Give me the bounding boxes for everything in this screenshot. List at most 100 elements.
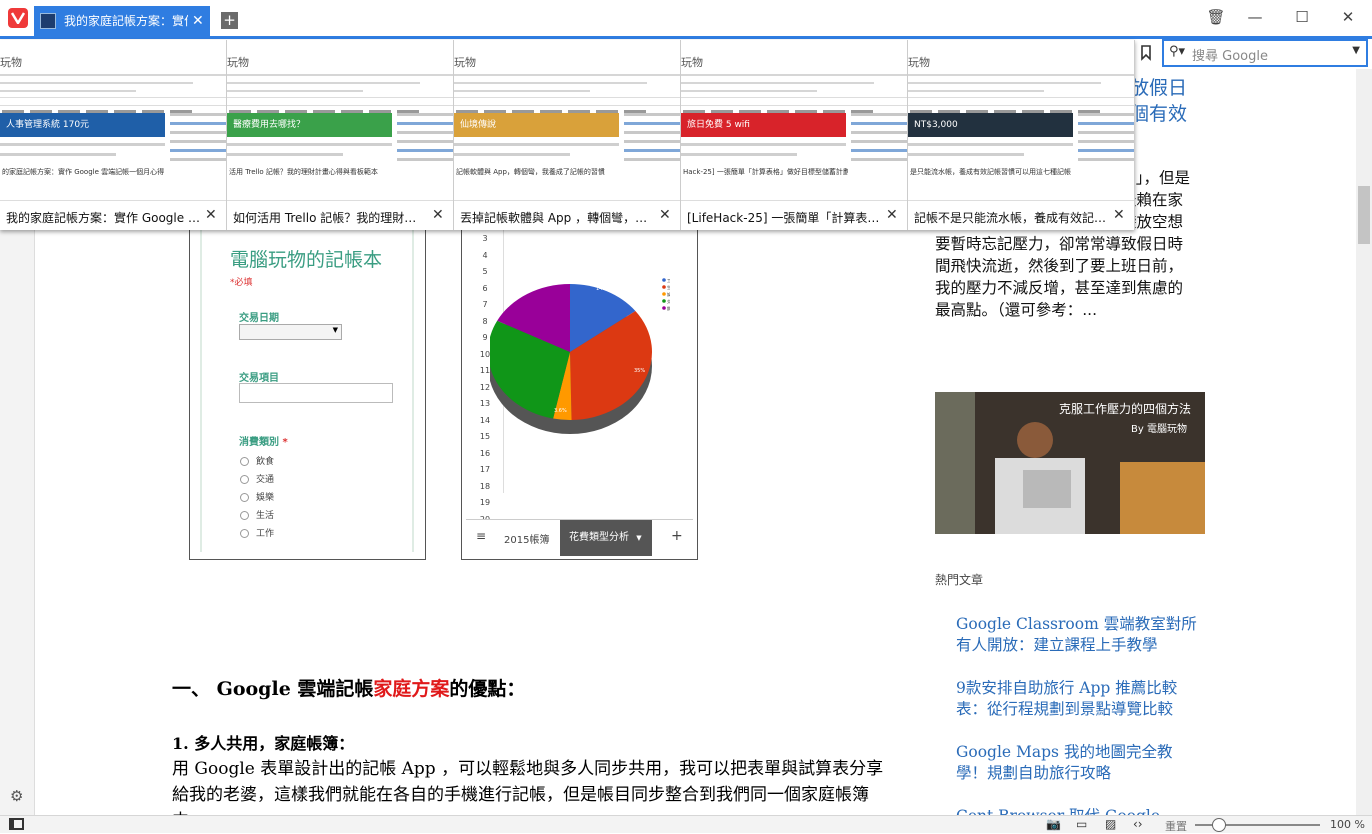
sidebar-thumbnail[interactable]: 克服工作壓力的四個方法 By 電腦玩物	[935, 392, 1205, 534]
paragraph: 用 Google 表單設計出的記帳 App ，可以輕鬆地與多人同步共用，我可以把…	[172, 759, 884, 815]
popular-post-link[interactable]: Cent Browser 取代 Google	[956, 806, 1201, 815]
legend-marker	[662, 306, 666, 310]
radio-label: 生活	[256, 511, 275, 521]
window-icon[interactable]: ▭	[1076, 817, 1087, 831]
new-tab-button[interactable]: +	[221, 12, 238, 29]
preview-site-name: 玩物	[0, 56, 22, 69]
preview-title: 我的家庭記帳方案：實作 Google 雲端記帳一個月心得	[6, 211, 201, 225]
tab-preview[interactable]: 玩物 醫療費用去哪找？ 活用 Trello 記帳？我的理財計畫心得與看板範本 如何活用…	[227, 40, 454, 230]
sheet-list-icon[interactable]: ≡	[476, 529, 486, 543]
tab-preview[interactable]: 玩物 旅日免費 5 wifi Hack-25] 一張簡單「計算表格」做好目標型儲蓄計…	[681, 40, 908, 230]
close-icon[interactable]: ✕	[205, 207, 217, 223]
preview-caption: 如何活用 Trello 記帳？我的理財計畫心得與看板範本 ✕	[227, 200, 453, 230]
legend-marker	[662, 278, 666, 282]
close-window-button[interactable]: ✕	[1336, 8, 1360, 30]
preview-body	[454, 143, 619, 183]
tab-preview[interactable]: 玩物 NT$3,000 是只能流水帳，養成有效記帳習慣可以用這七種記帳 記帳不是只能流…	[908, 40, 1135, 230]
vivaldi-menu-button[interactable]	[8, 8, 28, 28]
preview-sidebar	[170, 113, 226, 203]
row-number: 18	[479, 481, 491, 491]
code-icon[interactable]: ‹›	[1133, 817, 1143, 831]
required-star: *	[282, 437, 288, 448]
preview-caption: [LifeHack-25] 一張簡單「計算表格」做好目標型儲蓄計劃 ✕	[681, 200, 907, 230]
sidebar-title-fragment[interactable]: 個有效	[1130, 99, 1187, 126]
pie-chart: 14.7% 35% 3.6% 17.4% 工作生活娛樂交通飲食	[490, 277, 670, 434]
popular-post-link[interactable]: Google Classroom 雲端教室對所有人開放：建立課程上手教學	[956, 614, 1201, 656]
preview-banner-text: 仙境傳說	[460, 120, 497, 130]
zoom-level: 100 %	[1330, 818, 1365, 831]
close-icon[interactable]: ✕	[659, 207, 671, 223]
date-label: 交易日期	[239, 313, 279, 324]
pie-data-label: 3.6%	[554, 408, 567, 414]
preview-banner-text: 旅日免費 5 wifi	[687, 120, 750, 130]
maximize-button[interactable]: ☐	[1290, 8, 1314, 30]
pie-data-label: 35%	[634, 368, 645, 374]
radio-option[interactable]: 生活	[240, 508, 274, 521]
preview-caption: 記帳不是只能流水帳，養成有效記帳習慣可以用這七種記帳法 ✕	[908, 200, 1134, 230]
form-required-note: *必填	[230, 278, 253, 288]
radio-option[interactable]: 工作	[240, 526, 274, 539]
popular-post-link[interactable]: 9款安排自助旅行 App 推薦比較表：從行程規劃到景點導覽比較	[956, 678, 1201, 720]
gear-icon[interactable]: ⚙	[10, 787, 23, 805]
camera-icon[interactable]: 📷	[1046, 817, 1061, 831]
preview-banner: 仙境傳說	[454, 113, 619, 137]
radio-option[interactable]: 飲食	[240, 454, 274, 467]
scrollbar[interactable]	[1356, 69, 1372, 815]
preview-banner: 旅日免費 5 wifi	[681, 113, 846, 137]
minimize-button[interactable]: —	[1243, 8, 1267, 30]
trash-icon[interactable]: 🗑	[1204, 8, 1228, 30]
close-icon[interactable]: ✕	[432, 207, 444, 223]
zoom-slider-handle[interactable]	[1212, 818, 1226, 832]
sidebar-title-fragment[interactable]: 放假日	[1130, 73, 1187, 100]
sheet-tab[interactable]: 2015帳簿	[504, 531, 549, 546]
preview-nav	[681, 97, 907, 113]
chevron-down-icon: ▼	[332, 326, 338, 334]
preview-body	[908, 143, 1073, 183]
preview-nav	[227, 97, 453, 113]
preview-nav	[908, 97, 1134, 113]
preview-sidebar	[851, 113, 907, 203]
subheading: 1. 多人共用，家庭帳簿：	[172, 734, 355, 753]
form-frame: 電腦玩物的記帳本 *必填 交易日期 ▼ 交易項目 消費類別 * 飲食 交通 娛樂…	[200, 200, 414, 552]
tab-close-icon[interactable]: ✕	[192, 6, 204, 36]
preview-banner: 人事管理系統 170元	[0, 113, 165, 137]
image-icon[interactable]: ▨	[1105, 817, 1116, 831]
legend-label: 娛樂	[667, 291, 670, 297]
radio-option[interactable]: 交通	[240, 472, 274, 485]
chevron-down-icon[interactable]: ▼	[1352, 45, 1360, 56]
close-icon[interactable]: ✕	[1113, 207, 1125, 223]
radio-option[interactable]: 娛樂	[240, 490, 274, 503]
sheet-tab-label: 花費類型分析	[569, 532, 629, 543]
preview-nav	[0, 97, 226, 113]
panel-toggle-icon[interactable]	[9, 818, 24, 830]
status-bar: 📷 ▭ ▨ ‹› 重置 100 %	[0, 815, 1372, 833]
popular-posts-label: 熱門文章	[935, 573, 984, 587]
legend-marker	[662, 299, 666, 303]
thumbnail-byline: By 電腦玩物	[1131, 424, 1187, 435]
row-number: 3	[482, 234, 488, 243]
sheet-tab-active[interactable]: 花費類型分析 ▼	[560, 520, 652, 556]
tab-preview[interactable]: 玩物 人事管理系統 170元 的家庭記帳方案：實作 Google 雲端記帳一個月心得…	[0, 40, 227, 230]
preview-site-name: 玩物	[454, 56, 476, 69]
tab-active[interactable]: 我的家庭記帳方案：實作 Google 雲端記帳一個月心得 ✕	[34, 6, 210, 36]
preview-banner: NT$3,000	[908, 113, 1073, 137]
title-bar: 我的家庭記帳方案：實作 Google 雲端記帳一個月心得 ✕ + 🗑 — ☐ ✕	[0, 0, 1372, 38]
radio-label: 交通	[256, 475, 275, 485]
search-field[interactable]: ⚲▾ 搜尋 Google ▼	[1162, 39, 1368, 67]
date-select[interactable]: ▼	[239, 324, 342, 340]
preview-site-name: 玩物	[227, 56, 249, 69]
preview-body	[227, 143, 392, 183]
popular-post-link[interactable]: Google Maps 我的地圖完全教學！規劃自助旅行攻略	[956, 742, 1201, 784]
close-icon[interactable]: ✕	[886, 207, 898, 223]
preview-site-name: 玩物	[681, 56, 703, 69]
legend-label: 交通	[667, 298, 670, 304]
preview-title: 記帳不是只能流水帳，養成有效記帳習慣可以用這七種記帳法	[914, 211, 1109, 225]
preview-site-name: 玩物	[908, 56, 930, 69]
tab-preview[interactable]: 玩物 仙境傳說 記帳軟體與 App，轉個彎，我養成了記帳的習慣 丟掉記帳軟體與 App…	[454, 40, 681, 230]
zoom-reset-button[interactable]: 重置	[1165, 818, 1187, 834]
item-input[interactable]	[239, 383, 393, 403]
preview-title: 如何活用 Trello 記帳？我的理財計畫心得與看板範本	[233, 211, 428, 225]
bookmark-icon[interactable]	[1140, 45, 1152, 61]
scrollbar-thumb[interactable]	[1358, 186, 1370, 244]
add-sheet-button[interactable]: +	[671, 528, 683, 544]
